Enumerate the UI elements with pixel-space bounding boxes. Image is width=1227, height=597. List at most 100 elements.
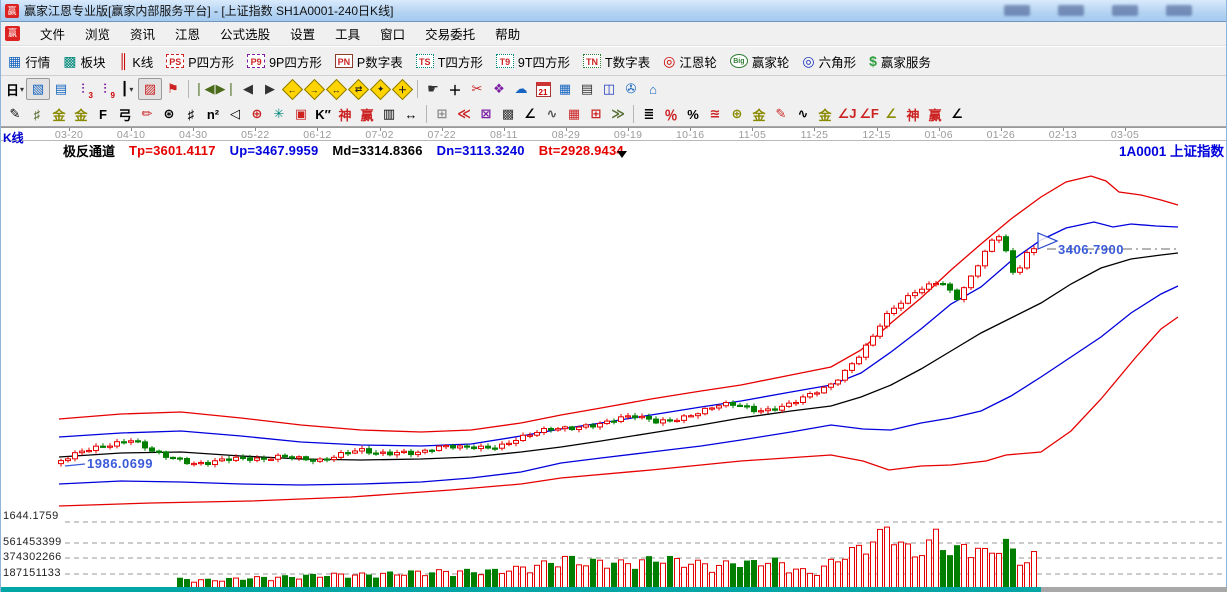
gold-angle-icon[interactable]: 金 (814, 104, 836, 124)
h-arrows-icon[interactable]: ↔ (400, 104, 422, 124)
square-grid-icon[interactable]: ▣ (290, 104, 312, 124)
net-computer-icon[interactable]: ⌂ (642, 79, 664, 99)
gann-wheel-button[interactable]: ◎江恩轮 (660, 50, 720, 73)
shen-angle-icon[interactable]: 神 (902, 104, 924, 124)
hash-tool-icon[interactable]: ♯ (180, 104, 202, 124)
gold-circle-icon[interactable]: ⊕ (726, 104, 748, 124)
gold-grid-icon[interactable]: 金 (48, 104, 70, 124)
brush-tool-icon[interactable]: ✏ (136, 104, 158, 124)
angle-flag-icon[interactable]: ◁ (224, 104, 246, 124)
n-square-icon[interactable]: n² (202, 104, 224, 124)
approx-icon[interactable]: ≊ (704, 104, 726, 124)
mark-tool-icon[interactable]: ❖ (488, 79, 510, 99)
titlebar-blurred-item[interactable] (1058, 5, 1084, 16)
pattern2-icon[interactable]: ▨ (138, 78, 162, 100)
pen-tool-icon[interactable]: ✎ (4, 104, 26, 124)
notes-icon[interactable]: ▤ (576, 79, 598, 99)
market-quotes-button[interactable]: ▦行情 (5, 50, 53, 73)
wave2-icon[interactable]: ∿ (792, 104, 814, 124)
percent-icon[interactable]: % (682, 104, 704, 124)
purple-fan-icon[interactable]: ⊠ (475, 104, 497, 124)
frame-tool-icon[interactable]: ⊞ (431, 104, 453, 124)
circle-cross-icon[interactable]: ⊕ (246, 104, 268, 124)
shift-right-diamond-icon[interactable]: → (303, 79, 325, 99)
clipboard-icon[interactable]: ▤ (50, 79, 72, 99)
zoom-horizontal-diamond-icon[interactable]: ↔ (325, 79, 347, 99)
sectors-button[interactable]: ▩板块 (60, 50, 108, 73)
app-logo-icon[interactable]: 赢 (5, 4, 19, 18)
p-number-table-button[interactable]: PNP数字表 (332, 50, 406, 73)
red-grid-icon[interactable]: ▦ (563, 104, 585, 124)
full-view-diamond-icon[interactable]: ＋ (391, 79, 413, 99)
gold2-angle-icon[interactable]: ∠ (880, 104, 902, 124)
last-bar-icon[interactable]: ▶❘ (215, 79, 237, 99)
t-number-table-button[interactable]: TNT数字表 (580, 50, 653, 73)
f-angle-icon[interactable]: ∠F (858, 104, 880, 124)
scale-list-icon[interactable]: ≣ (638, 104, 660, 124)
menu-item-9[interactable]: 帮助 (485, 21, 530, 46)
sort-flag-icon[interactable]: ⚑ (162, 79, 184, 99)
compress-diamond-icon[interactable]: ⇄ (347, 79, 369, 99)
titlebar-blurred-item[interactable] (1112, 5, 1138, 16)
ruler-grid-icon[interactable]: ♯ (26, 104, 48, 124)
gold-bar-icon[interactable]: 金 (748, 104, 770, 124)
menu-item-7[interactable]: 窗口 (370, 21, 415, 46)
9t-square-button[interactable]: T99T四方形 (493, 50, 573, 73)
expand-diamond-icon[interactable]: ✦ (369, 79, 391, 99)
k-mark-icon[interactable]: Κ″ (312, 104, 334, 124)
bars3-icon[interactable]: ⫶3 (72, 79, 94, 99)
titlebar[interactable]: 赢 赢家江恩专业版[赢家内部服务平台] - [上证指数 SH1A0001-240… (1, 0, 1226, 22)
cloud-tool-icon[interactable]: ☁ (510, 79, 532, 99)
ying-tool-icon[interactable]: 赢 (356, 104, 378, 124)
calendar-icon[interactable]: 21 (532, 79, 554, 99)
net-globe-icon[interactable]: ✇ (620, 79, 642, 99)
next-bar-icon[interactable]: ▶ (259, 79, 281, 99)
titlebar-blurred-item[interactable] (1166, 5, 1192, 16)
compass-circle-icon[interactable]: ⊛ (158, 104, 180, 124)
9p-square-button[interactable]: P99P四方形 (244, 50, 325, 73)
winner-service-button[interactable]: $赢家服务 (866, 50, 934, 73)
si-angle-icon[interactable]: ∠ (946, 104, 968, 124)
menu-item-0[interactable]: 文件 (30, 21, 75, 46)
red-fan-icon[interactable]: ≪ (453, 104, 475, 124)
percent-zone-icon[interactable]: ％ (660, 104, 682, 124)
menu-item-4[interactable]: 公式选股 (210, 21, 280, 46)
grid-123-icon[interactable]: ▥ (378, 104, 400, 124)
hexagon-button[interactable]: ◎六角形 (799, 50, 859, 73)
bow-tool-icon[interactable]: 弓 (114, 104, 136, 124)
red-pen-icon[interactable]: ✎ (770, 104, 792, 124)
menu-item-3[interactable]: 江恩 (165, 21, 210, 46)
save-icon[interactable]: ◫ (598, 79, 620, 99)
red-grid2-icon[interactable]: ⊞ (585, 104, 607, 124)
crosshair-tool-icon[interactable]: ＋ (444, 79, 466, 99)
period-day-button[interactable]: 日▾ (4, 79, 26, 99)
shen-tool-icon[interactable]: 神 (334, 104, 356, 124)
cut-tool-icon[interactable]: ✂ (466, 79, 488, 99)
gold-grid2-icon[interactable]: 金 (70, 104, 92, 124)
kline-button[interactable]: ║K线 (116, 50, 157, 73)
candle-type-button[interactable]: ┃▾ (116, 79, 138, 99)
pattern-icon[interactable]: ▧ (26, 78, 50, 100)
shift-left-diamond-icon[interactable]: ← (281, 79, 303, 99)
hand-tool-icon[interactable]: ☛ (422, 79, 444, 99)
dark-grid-icon[interactable]: ▩ (497, 104, 519, 124)
fibonacci-icon[interactable]: F (92, 104, 114, 124)
j-angle-icon[interactable]: ∠J (836, 104, 858, 124)
menu-item-5[interactable]: 设置 (280, 21, 325, 46)
prev-bar-icon[interactable]: ◀ (237, 79, 259, 99)
titlebar-blurred-item[interactable] (1004, 5, 1030, 16)
wave-line-icon[interactable]: ∿ (541, 104, 563, 124)
winner-wheel-button[interactable]: Big赢家轮 (727, 50, 793, 73)
menu-item-1[interactable]: 浏览 (75, 21, 120, 46)
t-square-button[interactable]: TST四方形 (413, 50, 486, 73)
p-square-button[interactable]: PSP四方形 (163, 50, 237, 73)
angle-line-icon[interactable]: ∠ (519, 104, 541, 124)
star-burst-icon[interactable]: ✳ (268, 104, 290, 124)
calculator-icon[interactable]: ▦ (554, 79, 576, 99)
first-bar-icon[interactable]: ❘◀ (193, 79, 215, 99)
ying-angle-icon[interactable]: 赢 (924, 104, 946, 124)
diag-hatch-icon[interactable]: ≫ (607, 104, 629, 124)
menu-item-2[interactable]: 资讯 (120, 21, 165, 46)
menu-item-8[interactable]: 交易委托 (415, 21, 485, 46)
bars9-icon[interactable]: ⫶9 (94, 79, 116, 99)
